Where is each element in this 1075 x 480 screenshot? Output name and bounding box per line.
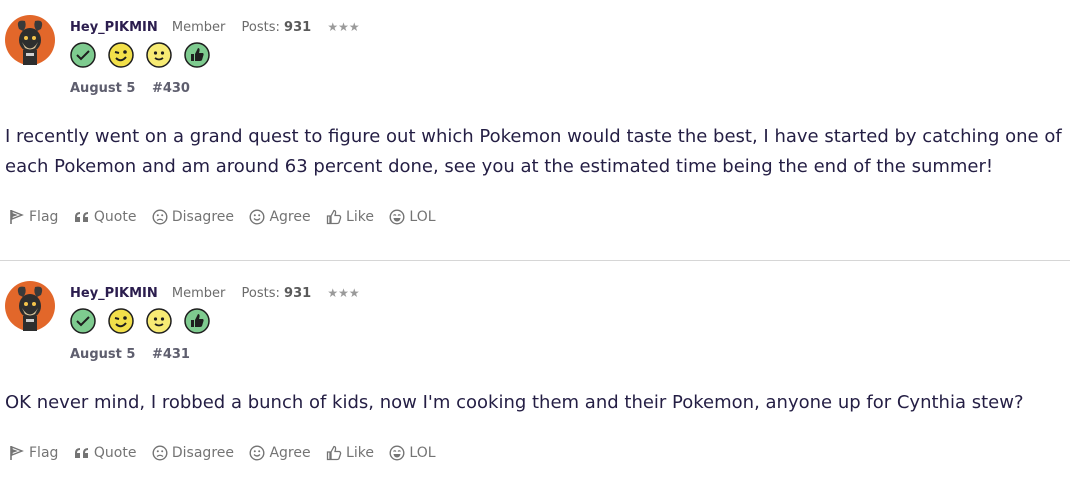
- lol-button[interactable]: LOL: [389, 209, 436, 225]
- username[interactable]: Hey_PIKMIN: [70, 20, 158, 35]
- smile-badge-icon[interactable]: [146, 42, 172, 68]
- disagree-button[interactable]: Disagree: [152, 209, 234, 225]
- quote-button[interactable]: Quote: [74, 445, 137, 461]
- like-label: Like: [346, 209, 374, 225]
- post-dateline: August 5 #431: [70, 347, 190, 362]
- quote-label: Quote: [93, 209, 137, 225]
- smile-icon: [249, 209, 265, 225]
- user-role: Member: [171, 20, 226, 35]
- post-count: Posts: 931: [242, 286, 312, 301]
- frown-icon: [152, 209, 168, 225]
- post-date[interactable]: August 5: [70, 81, 135, 96]
- post-date[interactable]: August 5: [70, 347, 135, 362]
- post-meta: Hey_PIKMIN Member Posts: 931 ★★★: [70, 286, 360, 301]
- user-role: Member: [171, 286, 226, 301]
- post-number[interactable]: #431: [152, 347, 190, 362]
- disagree-label: Disagree: [171, 445, 234, 461]
- lol-button[interactable]: LOL: [389, 445, 436, 461]
- agree-label: Agree: [269, 209, 311, 225]
- frown-icon: [152, 445, 168, 461]
- like-button[interactable]: Like: [326, 445, 374, 461]
- flag-icon: [10, 209, 24, 224]
- laugh-icon: [389, 445, 405, 461]
- check-badge-icon[interactable]: [70, 42, 96, 68]
- quote-button[interactable]: Quote: [74, 209, 137, 225]
- smile-badge-icon[interactable]: [146, 308, 172, 334]
- thumbs-up-icon: [326, 209, 342, 225]
- post-count: Posts: 931: [242, 20, 312, 35]
- rank-stars: ★★★: [327, 20, 360, 34]
- lol-label: LOL: [409, 445, 436, 461]
- agree-label: Agree: [269, 445, 311, 461]
- flag-button[interactable]: Flag: [9, 445, 58, 461]
- post-meta: Hey_PIKMIN Member Posts: 931 ★★★: [70, 20, 360, 35]
- badge-row: [70, 308, 217, 334]
- like-label: Like: [346, 445, 374, 461]
- quote-label: Quote: [93, 445, 137, 461]
- thumbs-up-badge-icon[interactable]: [184, 42, 211, 68]
- post-count-label: Posts:: [241, 20, 280, 35]
- thumbs-up-icon: [326, 445, 342, 461]
- post-dateline: August 5 #430: [70, 81, 190, 96]
- wink-badge-icon[interactable]: [108, 42, 134, 68]
- laugh-icon: [389, 209, 405, 225]
- flag-button[interactable]: Flag: [9, 209, 58, 225]
- post-count-value: 931: [284, 20, 312, 35]
- thumbs-up-badge-icon[interactable]: [184, 308, 211, 334]
- user-avatar[interactable]: [5, 281, 55, 331]
- post-actions: Flag Quote Disagree Agree Like LOL: [9, 209, 447, 229]
- disagree-label: Disagree: [171, 209, 234, 225]
- post-body: OK never mind, I robbed a bunch of kids,…: [5, 392, 1024, 413]
- smile-icon: [249, 445, 265, 461]
- rank-stars: ★★★: [327, 286, 360, 300]
- post-number[interactable]: #430: [152, 81, 190, 96]
- flag-label: Flag: [29, 445, 59, 461]
- post-count-value: 931: [284, 286, 312, 301]
- quote-icon: [74, 448, 88, 458]
- flag-icon: [10, 445, 24, 460]
- quote-icon: [74, 212, 88, 222]
- post-divider: [0, 260, 1070, 261]
- flag-label: Flag: [29, 209, 59, 225]
- post-count-label: Posts:: [241, 286, 280, 301]
- post-body: I recently went on a grand quest to figu…: [5, 126, 1062, 177]
- disagree-button[interactable]: Disagree: [152, 445, 234, 461]
- user-avatar[interactable]: [5, 15, 55, 65]
- post-actions: Flag Quote Disagree Agree Like LOL: [9, 445, 447, 465]
- username[interactable]: Hey_PIKMIN: [70, 286, 158, 301]
- like-button[interactable]: Like: [326, 209, 374, 225]
- badge-row: [70, 42, 217, 68]
- check-badge-icon[interactable]: [70, 308, 96, 334]
- lol-label: LOL: [409, 209, 436, 225]
- agree-button[interactable]: Agree: [249, 209, 311, 225]
- wink-badge-icon[interactable]: [108, 308, 134, 334]
- agree-button[interactable]: Agree: [249, 445, 311, 461]
